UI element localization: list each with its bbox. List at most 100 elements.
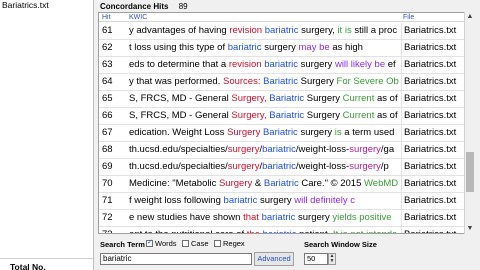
table-row[interactable]: 73 ant to the nutritional care of the bar… <box>99 227 465 233</box>
regex-option[interactable]: Regex <box>214 239 245 248</box>
kwic-segment: surgery <box>264 42 299 53</box>
kwic-segment: th.ucsd.edu/specialties/ <box>129 144 228 155</box>
file-name: Bariatrics.txt <box>401 159 465 175</box>
hit-number: 70 <box>102 178 113 189</box>
search-window-size-input[interactable]: 50 <box>304 253 328 265</box>
table-row[interactable]: 62 t loss using this type of bariatric su… <box>99 40 465 57</box>
kwic-text: t loss using this type of bariatric surg… <box>129 40 399 56</box>
search-term-label: Search Term <box>100 240 145 249</box>
column-header-hit[interactable]: Hit <box>102 13 111 22</box>
kwic-segment: surgery <box>259 195 295 206</box>
kwic-segment: Surgery, <box>231 93 270 104</box>
file-list-panel: Bariatrics.txt Total No. <box>0 0 94 270</box>
kwic-segment: Surgery <box>306 110 343 121</box>
hit-number: 68 <box>102 144 113 155</box>
table-row[interactable]: 63 eds to determine that a revision baria… <box>99 57 465 74</box>
kwic-segment: /weight-loss- <box>295 144 350 155</box>
search-input[interactable]: bariatric <box>100 253 252 265</box>
kwic-segment: Bariatric <box>263 76 301 87</box>
table-row[interactable]: 61 y advantages of having revision bariat… <box>99 23 465 40</box>
table-row[interactable]: 71 f weight loss following bariatric surg… <box>99 193 465 210</box>
kwic-segment: yields positive <box>332 212 392 223</box>
words-checkbox[interactable] <box>146 238 153 247</box>
case-checkbox[interactable] <box>182 240 189 247</box>
kwic-segment: still a proc <box>354 25 398 36</box>
table-row[interactable]: 64 y that was performed. Sources: Bariatr… <box>99 74 465 91</box>
hit-number: 66 <box>102 110 113 121</box>
file-name: Bariatrics.txt <box>401 125 465 141</box>
table-row[interactable]: 67 edication. Weight Loss Surgery Bariatr… <box>99 125 465 142</box>
kwic-segment: f weight loss following <box>129 195 224 206</box>
kwic-segment: /weight-loss- <box>295 161 350 172</box>
kwic-segment: surgery <box>300 59 335 70</box>
table-row[interactable]: 66 S, FRCS, MD - General Surgery, Bariatr… <box>99 108 465 125</box>
table-row[interactable]: 70 Medicine: "Metabolic Surgery & Bariatr… <box>99 176 465 193</box>
file-name: Bariatrics.txt <box>401 91 465 107</box>
hit-number: 69 <box>102 161 113 172</box>
regex-checkbox[interactable] <box>214 240 221 247</box>
kwic-segment: It is not intende <box>333 229 397 233</box>
kwic-segment: that <box>243 212 262 223</box>
kwic-segment: e new studies have shown <box>129 212 244 223</box>
kwic-segment: surgery <box>300 127 335 138</box>
concordance-hits-count: 89 <box>178 2 188 11</box>
table-row[interactable]: 69 th.ucsd.edu/specialties/surgery/bariat… <box>99 159 465 176</box>
kwic-segment: surgery, <box>301 25 338 36</box>
kwic-segment: Medicine: "Metabolic <box>129 178 219 189</box>
kwic-segment: & <box>254 178 264 189</box>
kwic-segment: is <box>334 127 345 138</box>
spin-down-icon[interactable]: ▼ <box>329 259 335 264</box>
file-name: Bariatrics.txt <box>401 23 465 39</box>
concordance-panel: Concordance Hits 89 Hit KWIC File 61 y ad… <box>94 0 480 270</box>
column-header-kwic[interactable]: KWIC <box>129 13 147 22</box>
hit-number: 61 <box>102 25 113 36</box>
kwic-segment: bariatric <box>264 59 301 70</box>
table-row[interactable]: 68 th.ucsd.edu/specialties/surgery/bariat… <box>99 142 465 159</box>
table-row[interactable]: 72 e new studies have shown that bariatri… <box>99 210 465 227</box>
table-row[interactable]: 65 S, FRCS, MD - General Surgery, Bariatr… <box>99 91 465 108</box>
kwic-segment: bariatric <box>223 195 260 206</box>
concordance-grid[interactable]: Hit KWIC File 61 y advantages of having r… <box>98 12 466 234</box>
kwic-segment: revision <box>228 59 265 70</box>
kwic-segment: ef <box>387 59 396 70</box>
kwic-segment: surgery <box>227 161 260 172</box>
kwic-text: e new studies have shown that bariatric … <box>129 210 399 226</box>
file-item-bariatrics[interactable]: Bariatrics.txt <box>2 0 49 11</box>
kwic-text: Medicine: "Metabolic Surgery & Bariatric… <box>129 176 399 192</box>
kwic-segment: as of <box>376 93 398 104</box>
kwic-segment: Current <box>342 110 377 121</box>
total-no-label: Total No. <box>10 262 46 270</box>
words-label: Words <box>155 239 177 248</box>
hit-number: 63 <box>102 59 113 70</box>
advanced-button[interactable]: Advanced <box>254 252 294 266</box>
kwic-segment: will definitely c <box>294 195 356 206</box>
kwic-segment: the <box>247 229 263 233</box>
hit-number: 64 <box>102 76 113 87</box>
kwic-segment: Bariatric <box>269 93 307 104</box>
kwic-segment: edication. Weight Loss <box>129 127 228 138</box>
file-name: Bariatrics.txt <box>401 193 465 209</box>
kwic-segment: it is <box>337 25 355 36</box>
kwic-text: edication. Weight Loss Surgery Bariatric… <box>129 125 399 141</box>
kwic-text: th.ucsd.edu/specialties/surgery/bariatri… <box>129 142 399 158</box>
hit-number: 65 <box>102 93 113 104</box>
kwic-segment: Surgery <box>300 76 337 87</box>
kwic-text: th.ucsd.edu/specialties/surgery/bariatri… <box>129 159 399 175</box>
window-size-spinner[interactable]: ▲ ▼ <box>328 253 336 265</box>
kwic-segment: Surgery <box>218 178 255 189</box>
kwic-segment: Surgery <box>306 93 343 104</box>
kwic-segment: bariatric <box>227 42 265 53</box>
scroll-up-icon[interactable]: ▲ <box>465 12 475 22</box>
hit-number: 67 <box>102 127 113 138</box>
scroll-thumb[interactable] <box>466 152 474 192</box>
file-name: Bariatrics.txt <box>401 176 465 192</box>
words-option[interactable]: Words <box>146 238 177 248</box>
kwic-segment: th.ucsd.edu/specialties/ <box>129 161 228 172</box>
kwic-segment: S, FRCS, MD - General <box>129 110 232 121</box>
kwic-segment: Surgery, <box>231 110 270 121</box>
hit-number: 62 <box>102 42 113 53</box>
scroll-down-icon[interactable]: ▼ <box>465 224 475 234</box>
column-header-file[interactable]: File <box>403 13 414 22</box>
vertical-scrollbar[interactable]: ▲ ▼ <box>464 12 474 234</box>
case-option[interactable]: Case <box>182 239 209 248</box>
